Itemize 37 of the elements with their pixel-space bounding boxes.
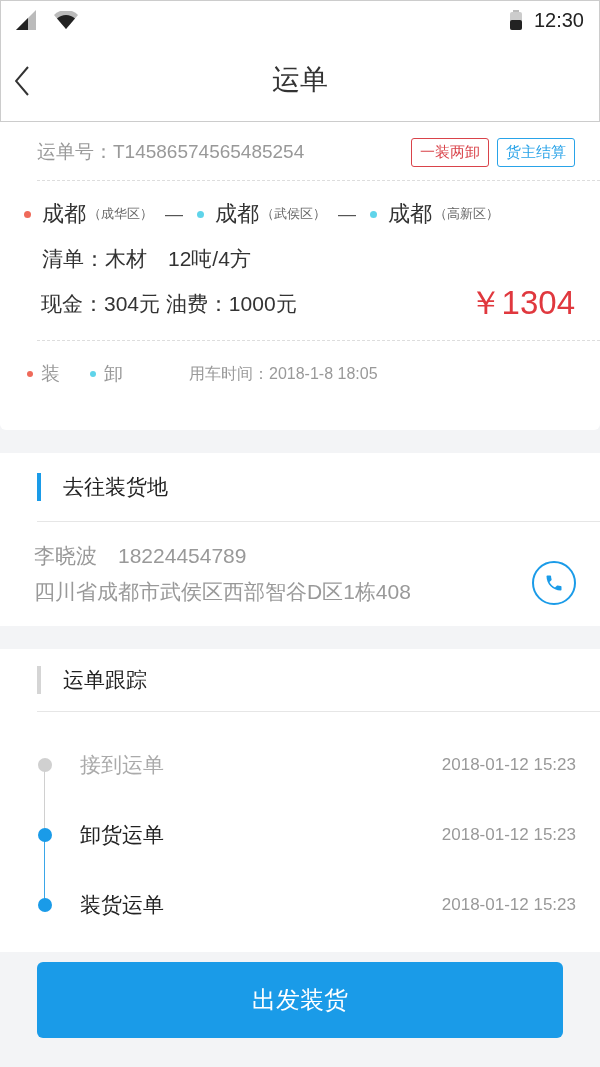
address-text: 四川省成都市武侯区西部智谷D区1栋408 — [34, 579, 411, 605]
step-time: 2018-01-12 15:23 — [441, 825, 576, 845]
payment-details: 现金：304元 油费：1000元 — [41, 290, 297, 317]
section-title: 运单跟踪 — [63, 667, 147, 693]
city-name: 成都 — [388, 200, 432, 228]
city-name: 成都 — [42, 200, 86, 228]
step-time: 2018-01-12 15:23 — [441, 895, 576, 915]
route-separator: — — [338, 203, 356, 225]
district-name: （高新区） — [434, 205, 499, 223]
tag: 货主结算 — [497, 137, 575, 167]
step-label: 接到运单 — [80, 752, 165, 778]
legend-label: 装 — [41, 362, 60, 386]
step-label: 卸货运单 — [80, 822, 165, 848]
city-name: 成都 — [215, 200, 259, 228]
total-price: ￥1304 — [468, 283, 575, 323]
start-loading-button[interactable]: 出发装货 — [37, 962, 563, 1038]
cargo-list: 清单：木材 12吨/4方 — [0, 233, 600, 273]
heading-marker — [37, 473, 41, 501]
wifi-icon — [54, 11, 78, 29]
page-title: 运单 — [272, 63, 328, 97]
battery-icon — [509, 10, 522, 30]
step-time: 2018-01-12 15:23 — [441, 755, 576, 775]
tag: 一装两卸 — [411, 137, 489, 167]
route-separator: — — [165, 203, 183, 225]
signal-icon — [16, 10, 36, 30]
phone-icon — [544, 573, 564, 593]
legend-label: 卸 — [104, 362, 123, 386]
section-title: 去往装货地 — [63, 474, 168, 500]
heading-marker — [37, 666, 41, 694]
district-name: （武侯区） — [261, 205, 326, 223]
phone-button[interactable] — [532, 561, 576, 605]
contact-info: 李晓波 18224454789 — [34, 543, 248, 569]
use-time: 用车时间：2018-1-8 18:05 — [189, 363, 378, 384]
order-number: 运单号：T14586574565485254 — [37, 140, 305, 164]
clock-time: 12:30 — [533, 8, 584, 32]
step-label: 装货运单 — [80, 892, 165, 918]
district-name: （成华区） — [88, 205, 153, 223]
